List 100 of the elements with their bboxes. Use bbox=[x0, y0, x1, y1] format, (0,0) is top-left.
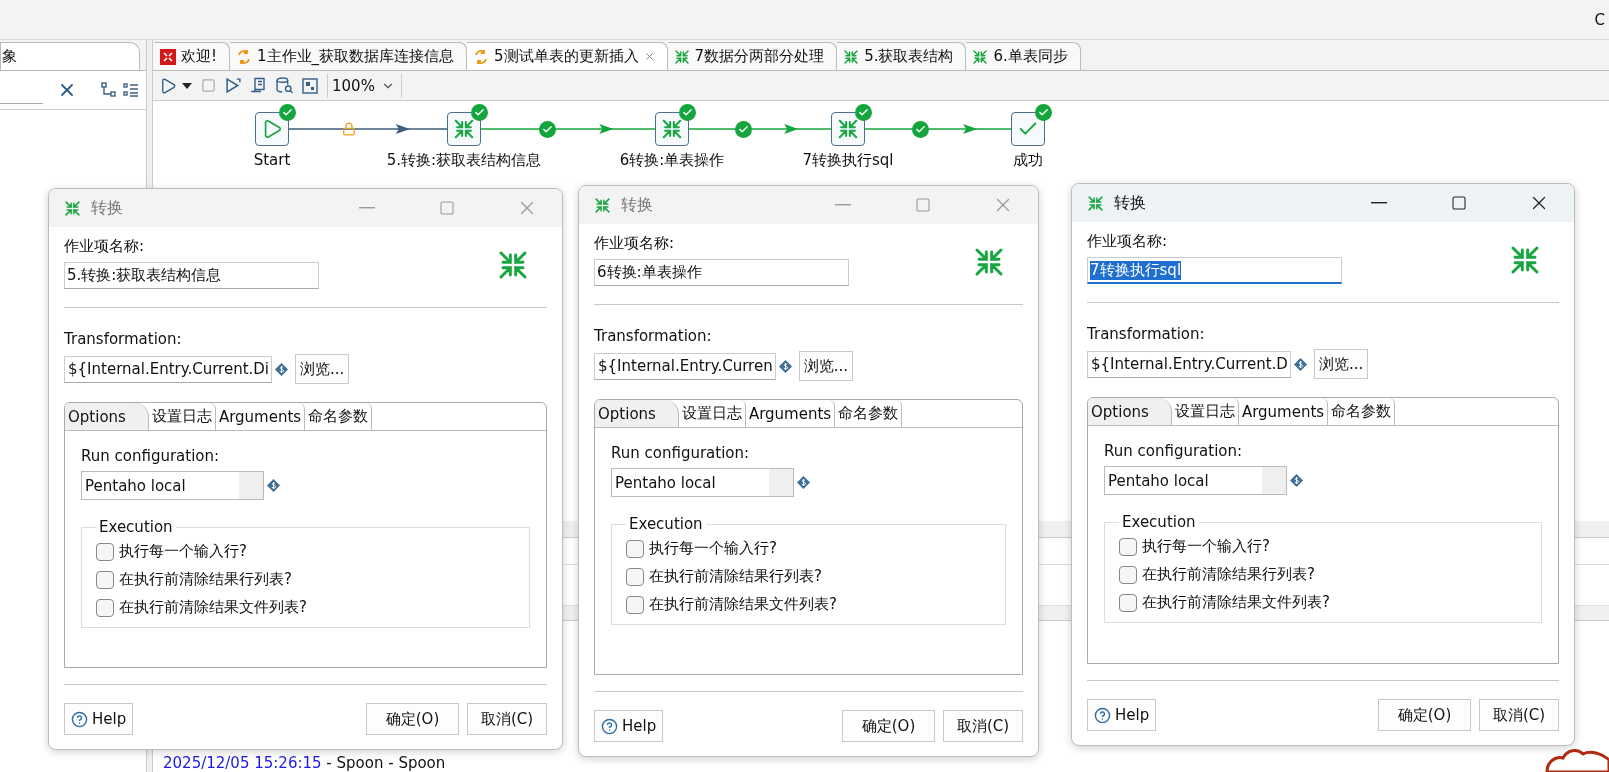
editor-tab[interactable]: 6.单表同步 bbox=[966, 42, 1081, 70]
editor-tab[interactable]: 5.获取表结构 bbox=[837, 42, 967, 70]
checkbox[interactable] bbox=[96, 598, 114, 617]
field-label: Run configuration: bbox=[611, 444, 751, 462]
checkbox-label: 执行每一个输入行? bbox=[1142, 537, 1270, 556]
check-badge-icon bbox=[539, 121, 557, 138]
browse-button[interactable]: 浏览... bbox=[798, 351, 853, 381]
checkbox[interactable] bbox=[96, 542, 114, 561]
field-label: Transformation: bbox=[64, 330, 183, 348]
panel-tab[interactable]: Options bbox=[1088, 398, 1172, 425]
caret-icon[interactable] bbox=[182, 82, 192, 89]
variable-icon bbox=[1290, 474, 1303, 487]
list-icon[interactable] bbox=[123, 82, 139, 98]
job-icon bbox=[236, 48, 252, 65]
node-label: 成功 bbox=[1013, 151, 1043, 170]
zoom-dropdown[interactable]: 100% bbox=[327, 73, 402, 98]
lock-icon bbox=[342, 122, 357, 136]
transformation-icon bbox=[972, 48, 989, 65]
panel-tab[interactable]: Options bbox=[65, 403, 149, 430]
field-label: 作业项名称: bbox=[594, 234, 676, 253]
field-label: Transformation: bbox=[594, 327, 713, 345]
preview-icon[interactable] bbox=[225, 77, 242, 94]
transformation-icon bbox=[1509, 244, 1541, 276]
transformation-field[interactable]: ${Internal.Entry.Current.Di bbox=[64, 355, 273, 383]
transformation-icon bbox=[843, 48, 860, 65]
transformation-icon bbox=[497, 249, 529, 281]
database-search-icon[interactable] bbox=[276, 77, 293, 94]
transformation-field[interactable]: ${Internal.Entry.Current.D bbox=[1087, 350, 1291, 378]
cancel-button[interactable]: 取消(C) bbox=[1479, 699, 1559, 731]
window-title: 转换 bbox=[91, 197, 124, 219]
checkbox-label: 在执行前清除结果行列表? bbox=[1142, 565, 1315, 584]
ok-button[interactable]: 确定(O) bbox=[842, 710, 935, 742]
checkbox-label: 执行每一个输入行? bbox=[119, 542, 247, 561]
node-label: 5.转换:获取表结构信息 bbox=[386, 151, 542, 170]
editor-tab[interactable]: 1主作业_获取数据库连接信息 bbox=[230, 42, 468, 70]
checkbox[interactable] bbox=[1119, 537, 1137, 556]
checkbox[interactable] bbox=[1119, 593, 1137, 612]
script-icon[interactable] bbox=[251, 77, 267, 94]
ok-button[interactable]: 确定(O) bbox=[366, 703, 459, 735]
transformation-icon bbox=[973, 246, 1005, 278]
run-configuration-dropdown[interactable]: Pentaho local bbox=[1104, 466, 1287, 495]
node-label: Start bbox=[253, 151, 291, 169]
variable-icon bbox=[275, 362, 289, 376]
panel-tab[interactable]: 命名参数 bbox=[305, 403, 373, 430]
group-label: Execution bbox=[98, 518, 174, 536]
minimize-icon bbox=[835, 204, 851, 206]
cancel-button[interactable]: 取消(C) bbox=[467, 703, 547, 735]
stop-icon[interactable] bbox=[201, 78, 216, 93]
tree-icon[interactable] bbox=[101, 82, 117, 98]
checkbox[interactable] bbox=[1119, 565, 1137, 584]
checkbox[interactable] bbox=[626, 595, 644, 614]
node-label: 6转换:单表操作 bbox=[619, 151, 725, 170]
ok-button[interactable]: 确定(O) bbox=[1378, 699, 1471, 731]
transformation-icon bbox=[64, 199, 81, 217]
panel-tab[interactable]: 象 bbox=[0, 42, 140, 70]
panel-tab[interactable]: 命名参数 bbox=[1328, 398, 1396, 425]
variable-icon bbox=[1293, 357, 1307, 371]
checkbox[interactable] bbox=[626, 567, 644, 586]
minimize-icon bbox=[359, 207, 375, 209]
checkbox-label: 在执行前清除结果行列表? bbox=[119, 570, 292, 589]
help-button[interactable]: Help bbox=[64, 703, 134, 735]
editor-tab[interactable]: 7数据分两部分处理 bbox=[667, 42, 838, 70]
name-field[interactable]: 7转换执行sql bbox=[1087, 257, 1342, 284]
close-icon[interactable] bbox=[643, 51, 655, 62]
job-entry-node[interactable] bbox=[447, 112, 481, 146]
checkbox[interactable] bbox=[96, 570, 114, 589]
corner-text: C bbox=[1594, 10, 1605, 29]
help-button[interactable]: Help bbox=[1087, 699, 1157, 731]
browse-button[interactable]: 浏览... bbox=[1313, 349, 1369, 379]
window-title: 转换 bbox=[621, 194, 654, 216]
log-message: - Spoon - Spoon bbox=[325, 754, 446, 772]
run-icon[interactable] bbox=[159, 76, 177, 95]
job-entry-node[interactable] bbox=[655, 112, 689, 146]
transformation-icon bbox=[673, 48, 690, 65]
help-icon bbox=[1094, 706, 1111, 724]
check-badge-icon bbox=[734, 121, 752, 138]
maximize-icon bbox=[1451, 195, 1467, 211]
name-field[interactable]: 6转换:单表操作 bbox=[594, 259, 849, 286]
editor-tab[interactable]: 欢迎! bbox=[154, 42, 230, 70]
checkbox[interactable] bbox=[626, 539, 644, 558]
run-configuration-dropdown[interactable]: Pentaho local bbox=[81, 471, 264, 500]
maximize-icon bbox=[439, 200, 455, 216]
group-label: Execution bbox=[628, 515, 704, 533]
transformation-field[interactable]: ${Internal.Entry.Curren bbox=[594, 352, 776, 380]
cancel-button[interactable]: 取消(C) bbox=[943, 710, 1023, 742]
panel-tab[interactable]: 命名参数 bbox=[835, 400, 903, 427]
run-configuration-dropdown[interactable]: Pentaho local bbox=[611, 468, 794, 497]
field-label: 作业项名称: bbox=[64, 237, 146, 256]
name-field[interactable]: 5.转换:获取表结构信息 bbox=[64, 262, 319, 289]
job-entry-node[interactable] bbox=[1011, 112, 1045, 146]
layout-icon[interactable] bbox=[302, 77, 318, 94]
browse-button[interactable]: 浏览... bbox=[295, 354, 350, 384]
help-button[interactable]: Help bbox=[594, 710, 664, 742]
job-entry-node[interactable] bbox=[831, 112, 865, 146]
checkbox-label: 在执行前清除结果文件列表? bbox=[649, 595, 837, 614]
editor-tab[interactable]: 5测试单表的更新插入 bbox=[467, 42, 668, 70]
job-entry-node[interactable] bbox=[255, 112, 289, 146]
panel-tab[interactable]: Options bbox=[595, 400, 679, 427]
checkbox-label: 在执行前清除结果文件列表? bbox=[1142, 593, 1330, 612]
variable-icon bbox=[797, 476, 810, 489]
